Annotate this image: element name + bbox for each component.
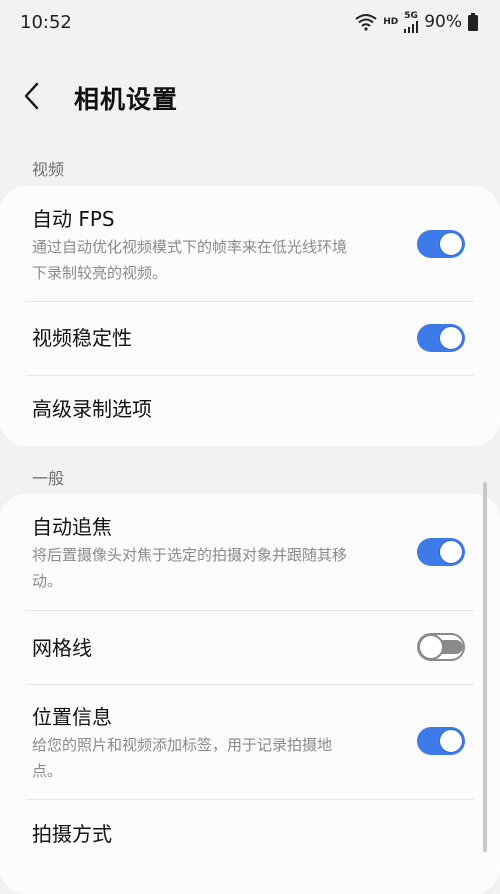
signal-icon — [404, 20, 419, 33]
setting-title: 网格线 — [32, 636, 92, 660]
setting-auto-fps[interactable]: 自动 FPS 通过自动优化视频模式下的帧率来在低光线环境 下录制较亮的视频。 — [0, 186, 500, 301]
grid-lines-toggle[interactable] — [417, 633, 465, 661]
setting-description: 将后置摄像头对焦于选定的拍摄对象并跟随其移 动。 — [32, 542, 392, 594]
setting-shooting-methods[interactable]: 拍摄方式 — [0, 800, 500, 870]
wifi-icon — [355, 13, 377, 31]
status-icons: HD 5G 90% — [355, 10, 478, 33]
battery-icon — [468, 13, 478, 31]
setting-description: 给您的照片和视频添加标签，用于记录拍摄地 点。 — [32, 732, 392, 784]
tracking-af-toggle[interactable] — [417, 538, 465, 566]
scrollbar[interactable] — [483, 482, 487, 852]
setting-description-line: 给您的照片和视频添加标签，用于记录拍摄地 — [32, 736, 333, 754]
video-settings-card: 自动 FPS 通过自动优化视频模式下的帧率来在低光线环境 下录制较亮的视频。 视… — [0, 186, 500, 446]
toggle-knob — [439, 540, 463, 564]
hd-indicator: HD — [383, 16, 399, 27]
setting-description-line: 点。 — [32, 762, 63, 780]
page-title: 相机设置 — [74, 85, 179, 114]
general-settings-card: 自动追焦 将后置摄像头对焦于选定的拍摄对象并跟随其移 动。 网格线 位置信息 给… — [0, 494, 500, 894]
location-tags-toggle[interactable] — [417, 727, 465, 755]
setting-title: 位置信息 — [32, 705, 112, 729]
setting-description-line: 将后置摄像头对焦于选定的拍摄对象并跟随其移 — [32, 546, 348, 564]
setting-title: 高级录制选项 — [32, 397, 152, 421]
section-label-video: 视频 — [32, 160, 65, 179]
setting-title: 自动 FPS — [32, 207, 115, 231]
app-header: 相机设置 — [0, 72, 500, 124]
signal-group: 5G — [404, 10, 419, 33]
setting-title: 拍摄方式 — [32, 822, 112, 846]
back-button[interactable] — [22, 72, 68, 124]
setting-description-line: 通过自动优化视频模式下的帧率来在低光线环境 — [32, 238, 348, 256]
setting-description: 通过自动优化视频模式下的帧率来在低光线环境 下录制较亮的视频。 — [32, 234, 392, 286]
toggle-knob — [439, 729, 463, 753]
video-stabilization-toggle[interactable] — [417, 324, 465, 352]
toggle-knob — [418, 634, 444, 660]
network-type: 5G — [404, 10, 418, 21]
setting-location-tags[interactable]: 位置信息 给您的照片和视频添加标签，用于记录拍摄地 点。 — [0, 685, 500, 799]
setting-advanced-recording-options[interactable]: 高级录制选项 — [0, 376, 500, 446]
setting-grid-lines[interactable]: 网格线 — [0, 611, 500, 684]
section-label-general: 一般 — [32, 469, 65, 488]
setting-tracking-af[interactable]: 自动追焦 将后置摄像头对焦于选定的拍摄对象并跟随其移 动。 — [0, 494, 500, 609]
auto-fps-toggle[interactable] — [417, 230, 465, 258]
setting-description-line: 动。 — [32, 572, 63, 590]
toggle-knob — [439, 326, 463, 350]
status-bar: 10:52 HD 5G 90% — [0, 0, 500, 44]
battery-percent: 90% — [424, 12, 462, 32]
setting-title: 视频稳定性 — [32, 326, 132, 350]
setting-video-stabilization[interactable]: 视频稳定性 — [0, 302, 500, 375]
toggle-knob — [439, 232, 463, 256]
status-time: 10:52 — [20, 11, 72, 33]
setting-description-line: 下录制较亮的视频。 — [32, 264, 168, 282]
setting-title: 自动追焦 — [32, 515, 112, 539]
chevron-left-icon — [22, 81, 40, 115]
